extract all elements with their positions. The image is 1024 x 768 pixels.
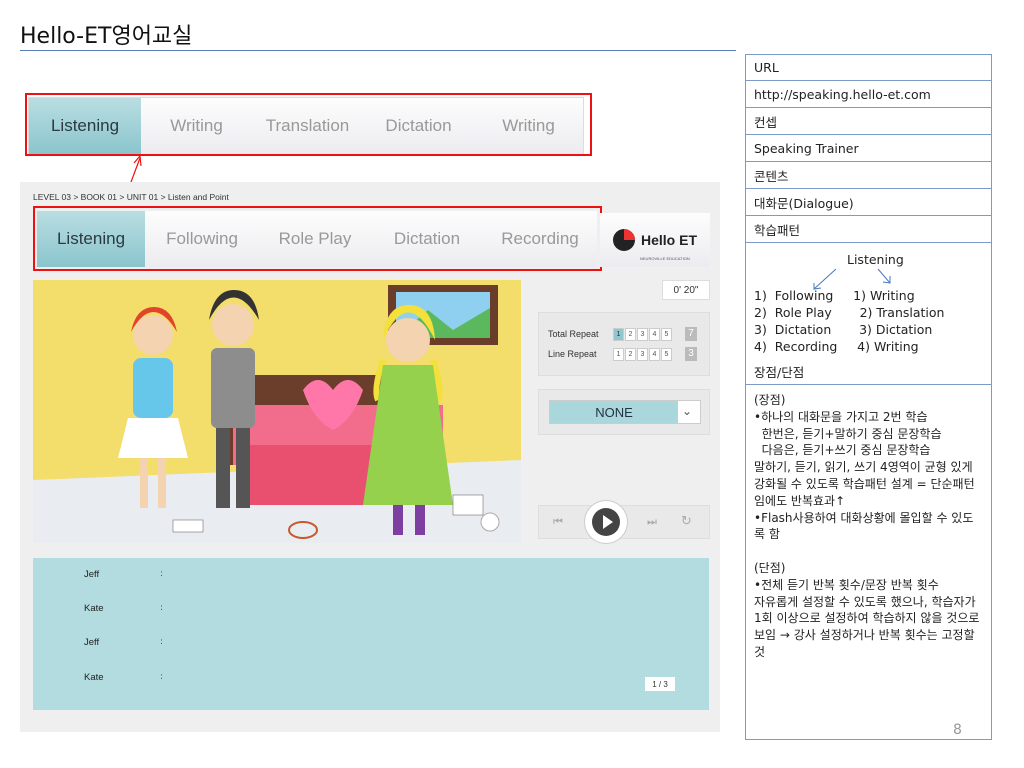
option-select[interactable]: NONE ⌄	[549, 400, 701, 424]
proscons-label: 장점/단점	[746, 358, 991, 385]
total-repeat-option-4[interactable]: 4	[649, 328, 660, 341]
dialogue-separator: :	[160, 569, 164, 579]
line-repeat-option-5[interactable]: 5	[661, 348, 672, 361]
previous-icon[interactable]: ⏮	[553, 515, 563, 529]
logo-mark-icon	[612, 229, 635, 251]
total-repeat-option-3[interactable]: 3	[637, 328, 648, 341]
dialogue-separator: :	[160, 672, 164, 682]
option-select-box: NONE ⌄	[538, 389, 710, 435]
proscons-text: (장점) •하나의 대화문을 가지고 2번 학습 한번은, 듣기+말하기 중심 …	[754, 393, 980, 659]
line-repeat-option-2[interactable]: 2	[625, 348, 636, 361]
app-highlight-frame	[33, 206, 602, 271]
dialogue-scene-illustration	[33, 280, 521, 543]
contents-label: 콘텐츠	[746, 162, 991, 189]
breadcrumb: LEVEL 03 > BOOK 01 > UNIT 01 > Listen an…	[33, 192, 229, 202]
pattern-line: 3) Dictation 3) Dictation	[754, 322, 933, 337]
replay-icon[interactable]: ↻	[681, 514, 692, 529]
repeat-settings: Total Repeat 1 2 3 4 5 7 Line Repeat 1 2…	[538, 312, 710, 376]
chevron-down-icon[interactable]: ⌄	[682, 404, 692, 418]
total-repeat-count: 7	[685, 327, 697, 341]
dialogue-speaker: Kate	[84, 672, 104, 683]
line-repeat-option-1[interactable]: 1	[613, 348, 624, 361]
dialogue-speaker: Kate	[84, 603, 104, 614]
contents-value: 대화문(Dialogue)	[746, 189, 991, 216]
concept-value: Speaking Trainer	[746, 135, 991, 162]
total-repeat-option-5[interactable]: 5	[661, 328, 672, 341]
total-repeat-label: Total Repeat	[548, 329, 599, 339]
pattern-label: 학습패턴	[746, 216, 991, 243]
title-underline	[20, 50, 736, 51]
pattern-box: Listening 1) Following 1) Writing 2) Rol…	[746, 243, 991, 359]
dialogue-speaker: Jeff	[84, 569, 100, 580]
dialogue-box: Jeff : Kate : Jeff : Kate :	[33, 558, 709, 710]
line-repeat-count: 3	[685, 347, 697, 361]
pattern-line: 2) Role Play 2) Translation	[754, 305, 945, 320]
dialogue-separator: :	[160, 637, 164, 647]
pattern-line: 1) Following 1) Writing	[754, 288, 915, 303]
timer-display: 0' 20"	[662, 280, 710, 300]
concept-label: 컨셉	[746, 108, 991, 135]
url-label: URL	[746, 55, 991, 81]
line-repeat-option-3[interactable]: 3	[637, 348, 648, 361]
logo-text: Hello ET	[640, 232, 697, 248]
total-repeat-option-1[interactable]: 1	[613, 328, 624, 341]
url-value: http://speaking.hello-et.com	[746, 81, 991, 108]
line-repeat-option-4[interactable]: 4	[649, 348, 660, 361]
dialogue-speaker: Jeff	[84, 637, 100, 648]
page-title: Hello-ET영어교실	[20, 24, 193, 49]
info-panel: URL http://speaking.hello-et.com 컨셉 Spea…	[745, 54, 992, 740]
scene-drawing	[33, 280, 521, 543]
play-button[interactable]	[584, 500, 628, 544]
annotation-highlight-frame	[25, 93, 592, 156]
play-icon	[592, 508, 620, 536]
next-icon[interactable]: ⏭	[647, 515, 657, 529]
pattern-line: 4) Recording 4) Writing	[754, 339, 919, 354]
dialogue-page-indicator: 1 / 3	[645, 677, 675, 691]
total-repeat-option-2[interactable]: 2	[625, 328, 636, 341]
slide-page-number: 8	[953, 722, 962, 738]
logo-subtext: NEUROVILLE EDUCATION	[640, 256, 690, 261]
dialogue-separator: :	[160, 603, 164, 613]
option-select-value: NONE	[550, 401, 678, 423]
line-repeat-label: Line Repeat	[548, 349, 597, 359]
